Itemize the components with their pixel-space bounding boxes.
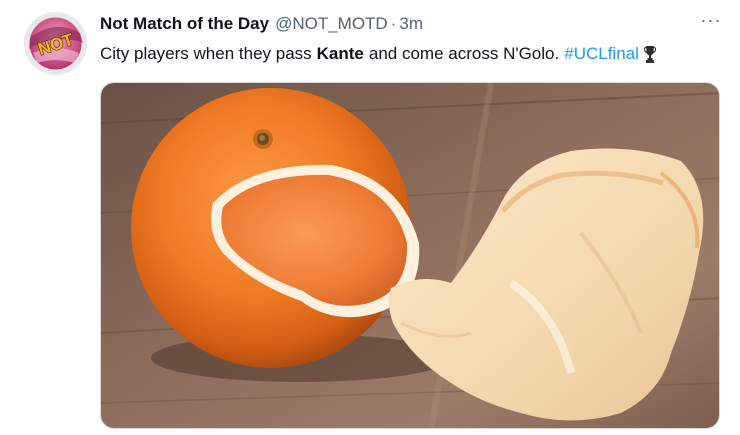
display-name[interactable]: Not Match of the Day <box>100 12 269 36</box>
separator-dot: · <box>390 14 397 33</box>
trophy-icon <box>643 44 657 64</box>
user-handle[interactable]: @NOT_MOTD <box>275 12 388 36</box>
tweet-text: City players when they pass Kante and co… <box>100 41 657 67</box>
more-options-icon[interactable]: ··· <box>694 11 728 35</box>
tweet-text-part: City players when they pass <box>100 44 312 63</box>
tweet-text-bold: Kante <box>316 44 364 63</box>
tweet-media-image[interactable] <box>100 82 720 429</box>
tweet-header: Not Match of the Day @NOT_MOTD · 3m <box>100 12 423 36</box>
peeled-orange-photo-icon <box>101 83 719 428</box>
not-motd-logo-icon: NOT <box>25 13 86 74</box>
tweet-text-part: and come across N'Golo. <box>368 44 560 63</box>
avatar[interactable]: NOT <box>25 13 86 74</box>
timestamp[interactable]: 3m <box>399 12 423 36</box>
tweet-card[interactable]: NOT Not Match of the Day @NOT_MOTD · 3m … <box>0 0 740 435</box>
hashtag-link[interactable]: #UCLfinal <box>564 41 639 67</box>
